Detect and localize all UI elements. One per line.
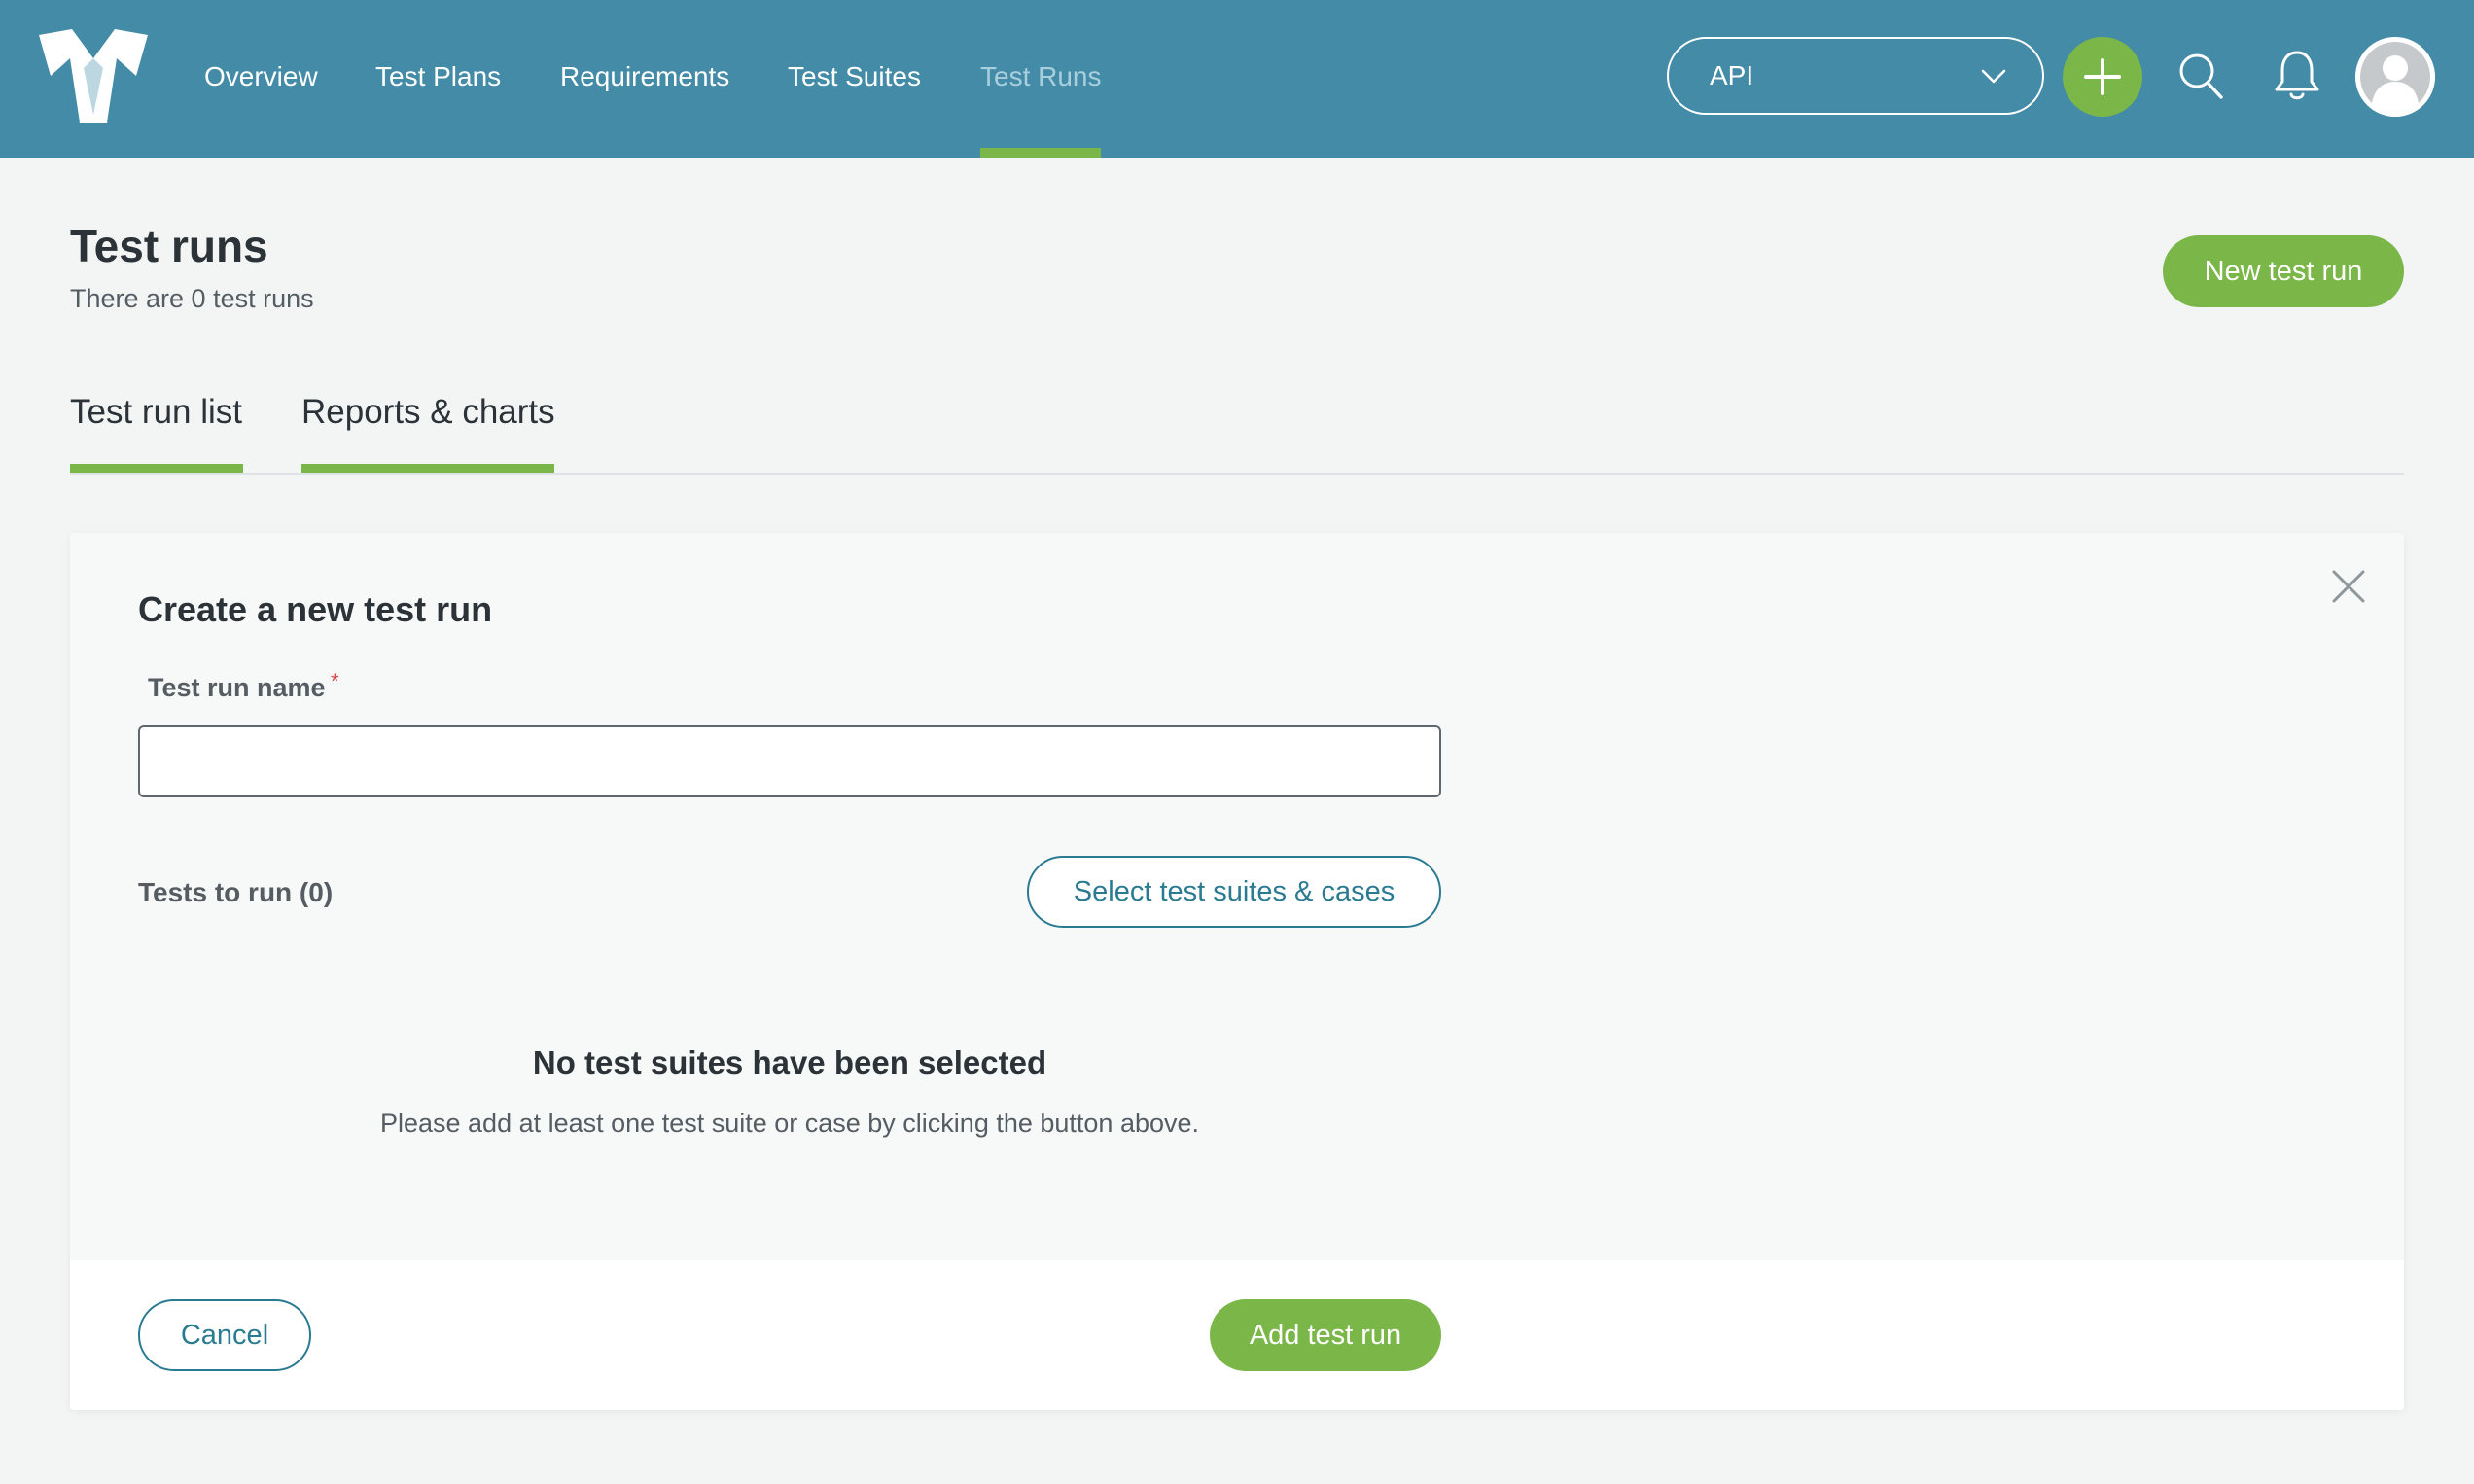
new-test-run-button[interactable]: New test run <box>2163 235 2404 307</box>
tab-test-run-list[interactable]: Test run list <box>70 393 242 432</box>
page-subtitle: There are 0 test runs <box>70 284 314 313</box>
tab-indicator <box>70 464 243 473</box>
plus-icon <box>2084 58 2121 95</box>
tabs-divider <box>70 473 2404 475</box>
tests-to-run-label: Tests to run (0) <box>138 877 334 907</box>
cancel-button[interactable]: Cancel <box>138 1299 311 1371</box>
nav-test-plans[interactable]: Test Plans <box>375 0 501 158</box>
quick-add-button[interactable] <box>2063 37 2142 117</box>
nav-active-indicator <box>980 148 1101 158</box>
nav-overview[interactable]: Overview <box>204 0 318 158</box>
search-icon[interactable] <box>2176 51 2225 101</box>
chevron-down-icon <box>1981 69 2006 84</box>
nav-requirements[interactable]: Requirements <box>560 0 729 158</box>
tab-indicator <box>301 464 554 473</box>
project-select[interactable]: API <box>1667 37 2044 115</box>
close-icon[interactable] <box>2330 568 2367 605</box>
user-avatar-icon <box>2355 37 2435 117</box>
tab-reports-charts[interactable]: Reports & charts <box>301 393 555 432</box>
panel-title: Create a new test run <box>138 589 493 629</box>
create-test-run-panel: Create a new test run Test run name * Te… <box>70 533 2404 1410</box>
test-run-name-label: Test run name <box>148 673 326 702</box>
top-navigation-bar: Overview Test Plans Requirements Test Su… <box>0 0 2474 158</box>
page-title: Test runs <box>70 221 268 271</box>
project-select-value: API <box>1710 60 1754 90</box>
user-avatar[interactable] <box>2355 37 2435 117</box>
nav-test-suites[interactable]: Test Suites <box>788 0 921 158</box>
empty-state-text: Please add at least one test suite or ca… <box>379 1109 1200 1138</box>
add-test-run-button[interactable]: Add test run <box>1210 1299 1441 1371</box>
required-indicator: * <box>331 669 339 693</box>
nav-test-runs[interactable]: Test Runs <box>980 0 1102 158</box>
select-test-suites-button[interactable]: Select test suites & cases <box>1027 856 1441 928</box>
app-logo-icon[interactable] <box>39 29 148 123</box>
bell-icon[interactable] <box>2272 49 2322 103</box>
empty-state-title: No test suites have been selected <box>532 1044 1047 1080</box>
test-run-name-input[interactable] <box>138 725 1441 797</box>
